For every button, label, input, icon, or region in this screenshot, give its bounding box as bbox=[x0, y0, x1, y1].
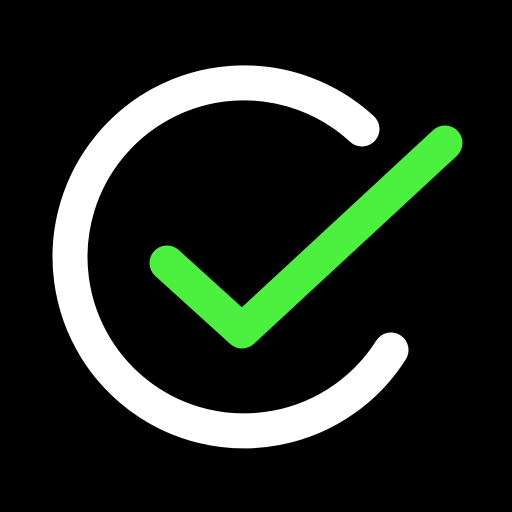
check-circle-logo-icon bbox=[0, 0, 512, 512]
app-icon bbox=[0, 0, 512, 512]
